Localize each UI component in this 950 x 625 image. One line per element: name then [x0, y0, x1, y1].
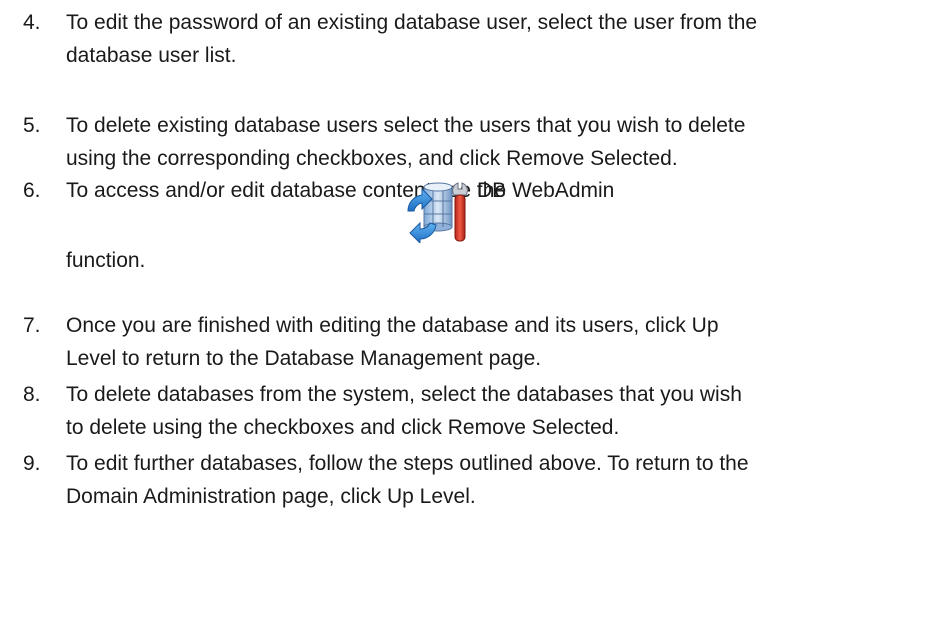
step-text: function. — [66, 244, 950, 277]
db-webadmin-icon — [402, 181, 472, 245]
step-number: 8. — [23, 383, 41, 406]
step-text-line: Level to return to the Database Manageme… — [66, 347, 542, 370]
step-text-continuation: function. — [66, 249, 146, 272]
step-number: 6. — [23, 179, 41, 202]
step-text: To edit further databases, follow the st… — [66, 447, 950, 513]
step-text: Once you are finished with editing the d… — [66, 309, 950, 375]
step-text: To delete existing database users select… — [66, 109, 950, 175]
step-text-line: To edit further databases, follow the st… — [66, 452, 749, 475]
step-number: 5. — [23, 114, 41, 137]
step-number: 4. — [23, 11, 41, 34]
step-text-line: database user list. — [66, 44, 237, 67]
step-text-line: To delete existing database users select… — [66, 114, 746, 137]
step-text-line: Domain Administration page, click Up Lev… — [66, 485, 476, 508]
step-text-line: To delete databases from the system, sel… — [66, 383, 742, 406]
step-text-line: using the corresponding checkboxes, and … — [66, 147, 678, 170]
step-number: 7. — [23, 314, 41, 337]
step-text-line: to delete using the checkboxes and click… — [66, 416, 620, 439]
step-number: 9. — [23, 452, 41, 475]
db-webadmin-label: DB WebAdmin — [477, 179, 615, 202]
step-text-line: Once you are finished with editing the d… — [66, 314, 719, 337]
step-text-line: To edit the password of an existing data… — [66, 11, 758, 34]
step-text: To delete databases from the system, sel… — [66, 378, 950, 444]
step-text: To edit the password of an existing data… — [66, 6, 950, 72]
